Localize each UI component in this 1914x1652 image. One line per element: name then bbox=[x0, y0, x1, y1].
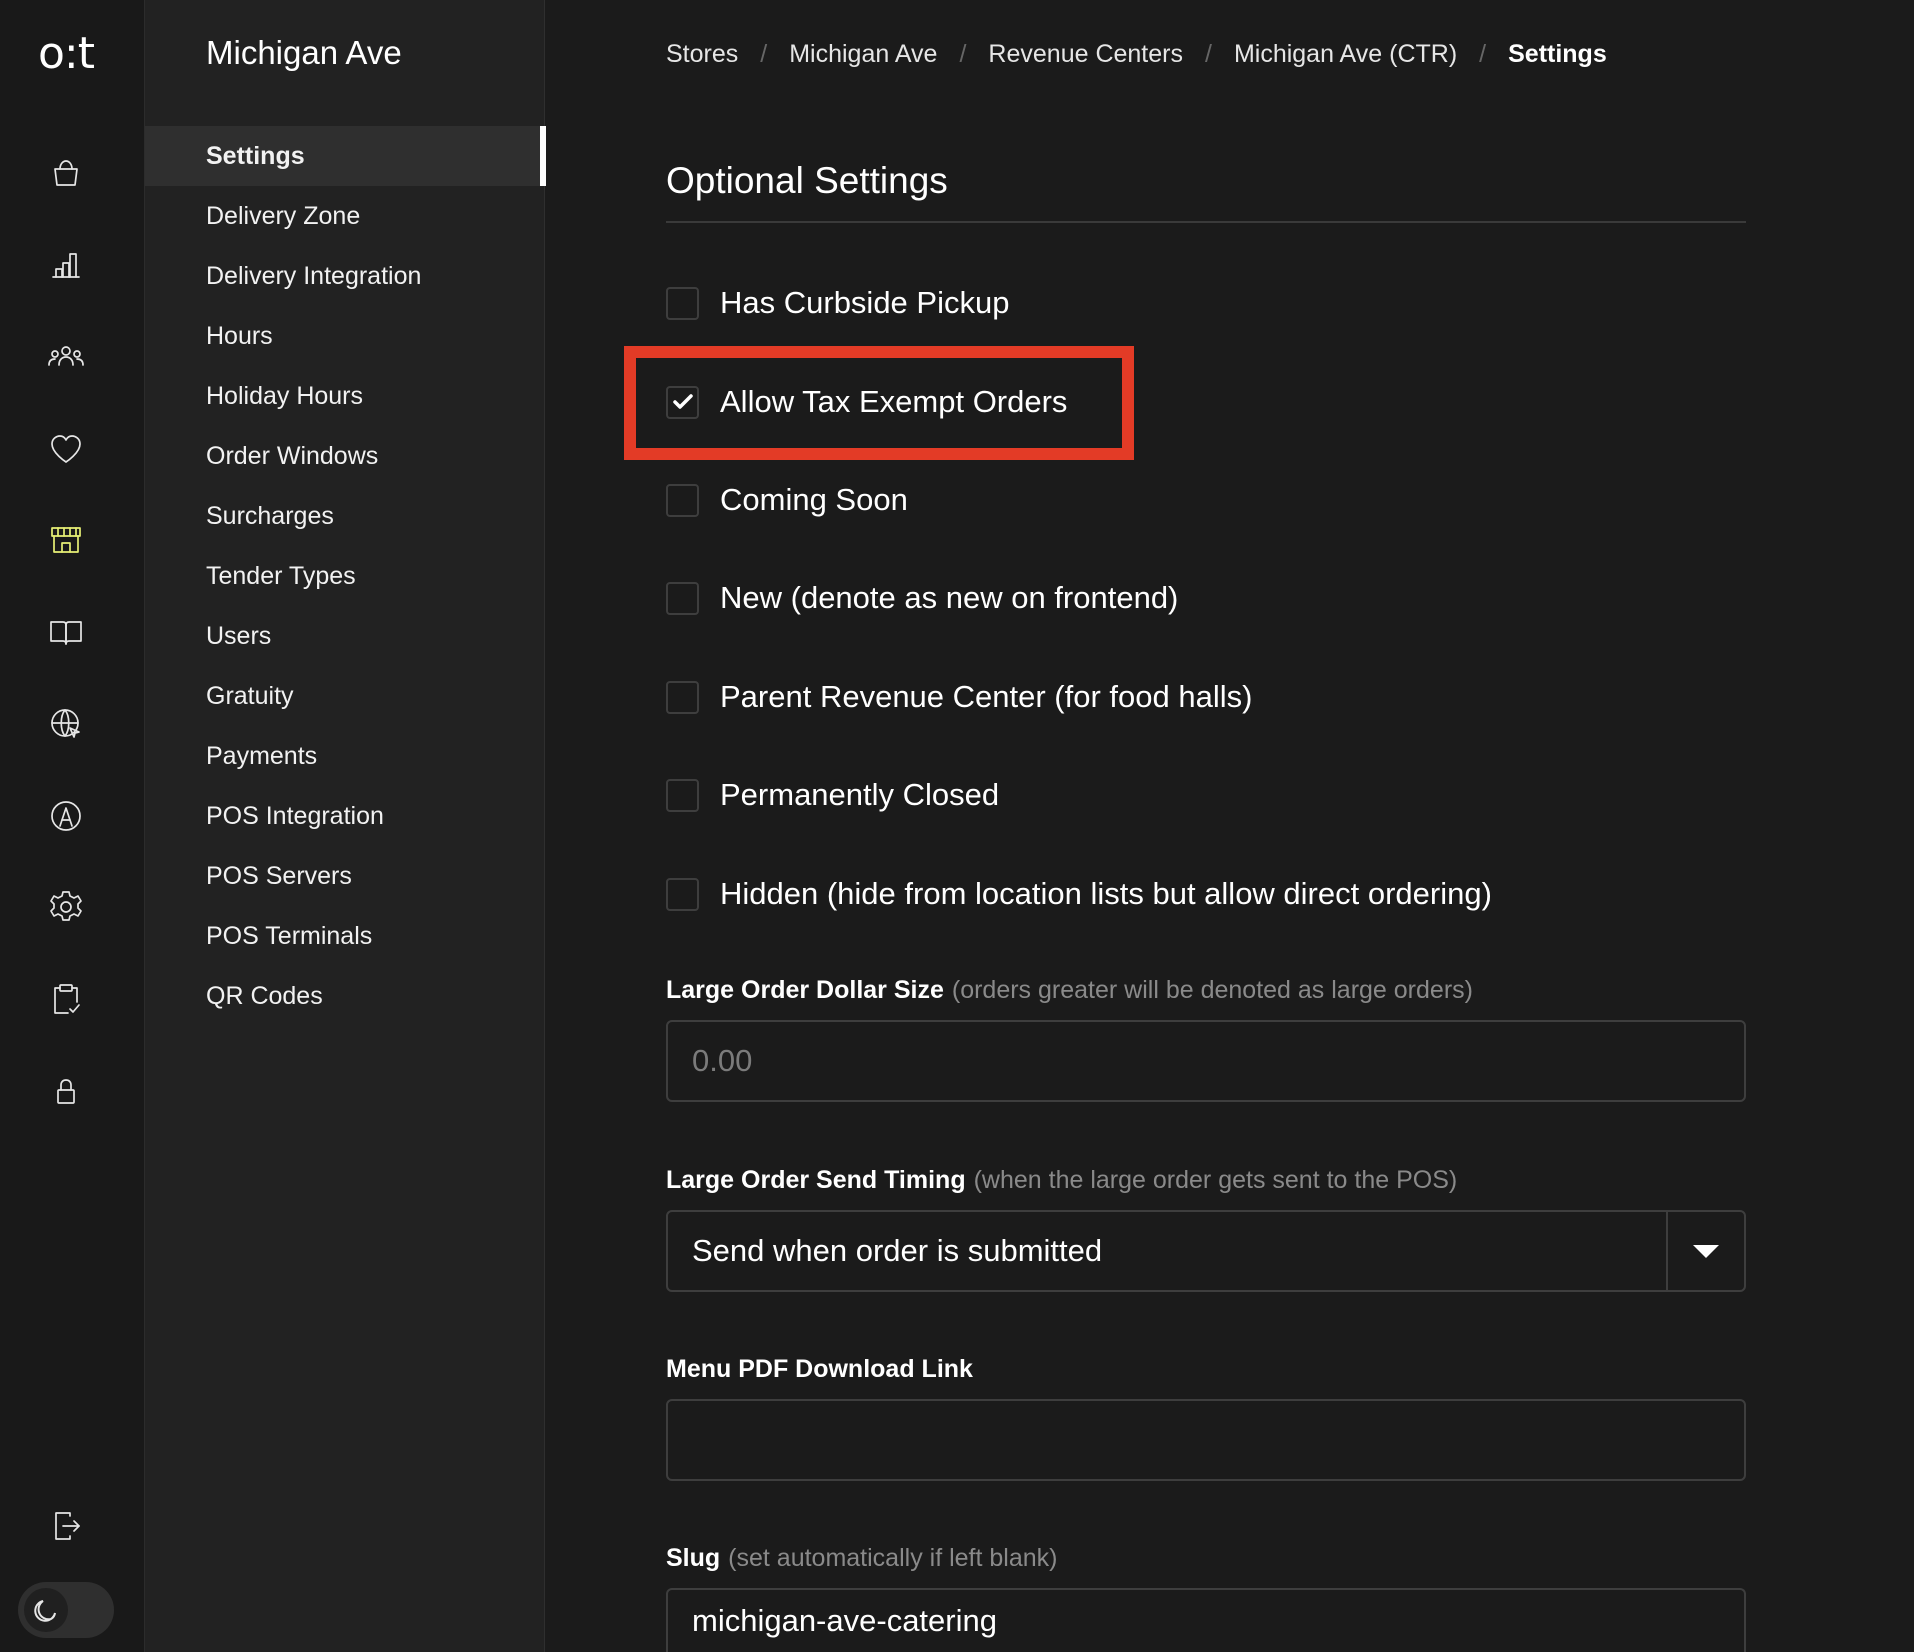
subnav-item-delivery-integration[interactable]: Delivery Integration bbox=[145, 246, 545, 306]
large-order-size-label: Large Order Dollar Size (orders greater w… bbox=[666, 976, 1473, 1005]
subnav-item-pos-servers[interactable]: POS Servers bbox=[145, 846, 545, 906]
field-hint: (orders greater will be denoted as large… bbox=[951, 976, 1473, 1004]
checkbox[interactable] bbox=[666, 680, 699, 714]
lock-icon[interactable] bbox=[38, 1063, 94, 1119]
settings-subnav: Michigan Ave Settings Delivery Zone Deli… bbox=[145, 0, 546, 1652]
chevron-down-icon[interactable] bbox=[1666, 1212, 1744, 1290]
subnav-item-payments[interactable]: Payments bbox=[145, 726, 545, 786]
checkbox-label: Has Curbside Pickup bbox=[720, 285, 1010, 320]
field-hint: (set automatically if left blank) bbox=[728, 1544, 1058, 1572]
field-hint: (when the large order gets sent to the P… bbox=[973, 1166, 1458, 1194]
breadcrumb-separator: / bbox=[959, 40, 967, 68]
subnav-title: Michigan Ave bbox=[206, 34, 402, 71]
menu-pdf-input[interactable] bbox=[666, 1399, 1746, 1481]
book-icon[interactable] bbox=[38, 604, 94, 660]
checkbox-label: Coming Soon bbox=[720, 482, 908, 517]
clipboard-check-icon[interactable] bbox=[38, 971, 94, 1027]
shopping-bag-icon[interactable] bbox=[38, 145, 94, 201]
subnav-item-pos-terminals[interactable]: POS Terminals bbox=[145, 906, 545, 966]
checkbox[interactable] bbox=[666, 877, 699, 911]
logout-icon[interactable] bbox=[38, 1498, 94, 1554]
field-label-text: Menu PDF Download Link bbox=[666, 1355, 973, 1383]
subnav-item-surcharges[interactable]: Surcharges bbox=[145, 486, 545, 546]
breadcrumb-current: Settings bbox=[1508, 40, 1607, 68]
menu-pdf-label: Menu PDF Download Link bbox=[666, 1355, 973, 1384]
checkbox-new[interactable]: New (denote as new on frontend) bbox=[666, 578, 1178, 618]
breadcrumb-michigan-ave[interactable]: Michigan Ave bbox=[789, 40, 937, 69]
subnav-item-gratuity[interactable]: Gratuity bbox=[145, 666, 545, 726]
subnav-item-tender-types[interactable]: Tender Types bbox=[145, 546, 545, 606]
globe-icon[interactable] bbox=[38, 696, 94, 752]
select-value: Send when order is submitted bbox=[692, 1233, 1103, 1268]
checkbox[interactable] bbox=[666, 483, 699, 517]
large-order-timing-label: Large Order Send Timing (when the large o… bbox=[666, 1166, 1457, 1195]
moon-icon bbox=[24, 1588, 68, 1632]
checkbox-permanently-closed[interactable]: Permanently Closed bbox=[666, 775, 999, 815]
gear-icon[interactable] bbox=[38, 879, 94, 935]
section-divider bbox=[666, 221, 1746, 223]
breadcrumb-stores[interactable]: Stores bbox=[666, 40, 738, 69]
theme-toggle[interactable] bbox=[18, 1582, 114, 1638]
checkbox-label: Parent Revenue Center (for food halls) bbox=[720, 679, 1253, 714]
subnav-item-pos-integration[interactable]: POS Integration bbox=[145, 786, 545, 846]
field-label-text: Slug bbox=[666, 1544, 721, 1572]
icon-rail: o:t bbox=[0, 0, 145, 1652]
subnav-list: Settings Delivery Zone Delivery Integrat… bbox=[145, 126, 546, 1026]
heart-icon[interactable] bbox=[38, 421, 94, 477]
highlight-annotation bbox=[624, 346, 1134, 460]
field-label-text: Large Order Send Timing bbox=[666, 1166, 966, 1194]
breadcrumb-revenue-center[interactable]: Michigan Ave (CTR) bbox=[1234, 40, 1457, 69]
subnav-item-order-windows[interactable]: Order Windows bbox=[145, 426, 545, 486]
breadcrumb-revenue-centers[interactable]: Revenue Centers bbox=[988, 40, 1183, 69]
checkbox-hidden[interactable]: Hidden (hide from location lists but all… bbox=[666, 874, 1492, 914]
users-icon[interactable] bbox=[38, 329, 94, 385]
checkbox[interactable] bbox=[666, 286, 699, 320]
subnav-item-hours[interactable]: Hours bbox=[145, 306, 545, 366]
breadcrumb: Stores / Michigan Ave / Revenue Centers … bbox=[666, 40, 1607, 69]
subnav-item-delivery-zone[interactable]: Delivery Zone bbox=[145, 186, 545, 246]
checkbox-parent-revenue-center[interactable]: Parent Revenue Center (for food halls) bbox=[666, 677, 1252, 717]
checkbox-label: New (denote as new on frontend) bbox=[720, 580, 1179, 615]
checkbox-label: Hidden (hide from location lists but all… bbox=[720, 876, 1492, 911]
subnav-item-qr-codes[interactable]: QR Codes bbox=[145, 966, 545, 1026]
subnav-item-holiday-hours[interactable]: Holiday Hours bbox=[145, 366, 545, 426]
logo: o:t bbox=[38, 28, 95, 79]
breadcrumb-separator: / bbox=[760, 40, 768, 68]
large-order-size-input[interactable] bbox=[666, 1020, 1746, 1102]
large-order-timing-select[interactable]: Send when order is submitted bbox=[666, 1210, 1746, 1292]
breadcrumb-separator: / bbox=[1479, 40, 1487, 68]
compass-icon[interactable] bbox=[38, 788, 94, 844]
checkbox-coming-soon[interactable]: Coming Soon bbox=[666, 480, 908, 520]
section-title: Optional Settings bbox=[666, 160, 948, 201]
slug-label: Slug (set automatically if left blank) bbox=[666, 1544, 1057, 1573]
breadcrumb-separator: / bbox=[1204, 40, 1212, 68]
checkbox-label: Permanently Closed bbox=[720, 777, 1000, 812]
subnav-item-users[interactable]: Users bbox=[145, 606, 545, 666]
checkbox[interactable] bbox=[666, 778, 699, 812]
bar-chart-icon[interactable] bbox=[38, 237, 94, 293]
subnav-item-settings[interactable]: Settings bbox=[145, 126, 546, 186]
checkbox[interactable] bbox=[666, 581, 699, 615]
field-label-text: Large Order Dollar Size bbox=[666, 976, 944, 1004]
slug-input[interactable] bbox=[666, 1588, 1746, 1652]
checkbox-has-curbside-pickup[interactable]: Has Curbside Pickup bbox=[666, 283, 1009, 323]
storefront-icon[interactable] bbox=[38, 512, 94, 568]
